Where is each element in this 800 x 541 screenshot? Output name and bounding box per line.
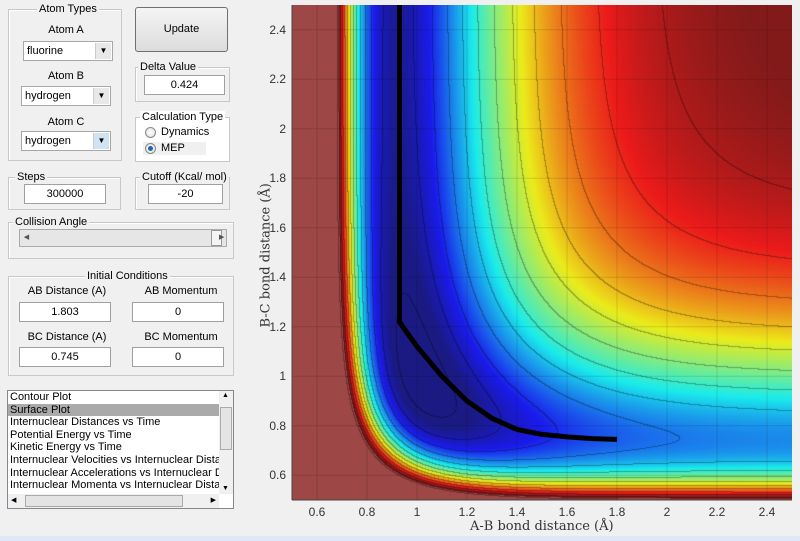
x-tick-label: 1.8	[608, 505, 626, 519]
y-tick-label: 2.2	[269, 72, 286, 87]
x-axis-label: A-B bond distance (Å)	[470, 519, 614, 534]
y-tick-label: 0.6	[269, 468, 286, 483]
x-tick-label: 1.4	[508, 505, 526, 519]
y-axis-label: B-C bond distance (Å)	[258, 183, 274, 328]
x-tick-label: 1	[413, 505, 421, 519]
x-tick-label: 0.8	[358, 505, 376, 519]
y-tick-label: 2	[279, 121, 286, 136]
y-tick-label: 2.4	[269, 22, 286, 37]
x-tick-label: 1.2	[458, 505, 476, 519]
x-tick-label: 1.6	[558, 505, 576, 519]
mep-path-line	[397, 5, 618, 442]
y-tick-label: 1	[279, 369, 286, 384]
x-tick-label: 2.4	[758, 505, 776, 519]
x-tick-label: 0.6	[308, 505, 326, 519]
x-tick-label: 2.2	[708, 505, 726, 519]
x-tick-label: 2	[663, 505, 671, 519]
y-tick-label: 0.8	[269, 418, 286, 433]
plot-overlay	[291, 5, 792, 501]
